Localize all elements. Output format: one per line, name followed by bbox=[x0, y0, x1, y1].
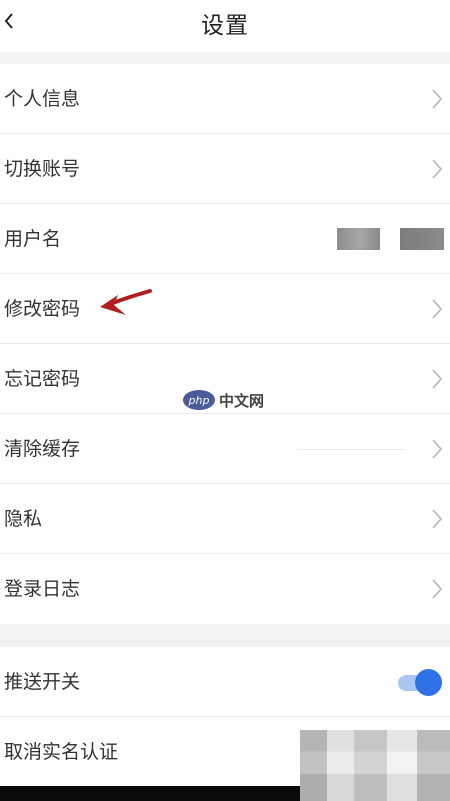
settings-item-login-log[interactable]: 登录日志 bbox=[0, 554, 450, 624]
settings-item-personal-info[interactable]: 个人信息 bbox=[0, 64, 450, 134]
page-title: 设置 bbox=[201, 13, 249, 39]
settings-item-label: 登录日志 bbox=[4, 578, 81, 600]
pixelated-overlay bbox=[300, 730, 450, 801]
chevron-right-icon bbox=[432, 369, 443, 389]
settings-item-label: 切换账号 bbox=[4, 158, 81, 180]
settings-item-label: 取消实名认证 bbox=[4, 741, 119, 763]
nav-bar: 设置 bbox=[0, 0, 450, 52]
chevron-right-icon bbox=[432, 579, 443, 599]
settings-item-switch-account[interactable]: 切换账号 bbox=[0, 134, 450, 204]
settings-item-clear-cache[interactable]: 清除缓存 bbox=[0, 414, 450, 484]
site-watermark: php 中文网 bbox=[183, 386, 264, 414]
chevron-right-icon bbox=[432, 159, 443, 179]
settings-item-push-switch[interactable]: 推送开关 bbox=[0, 647, 450, 717]
chevron-right-icon bbox=[432, 299, 443, 319]
settings-item-privacy[interactable]: 隐私 bbox=[0, 484, 450, 554]
watermark-text: 中文网 bbox=[219, 391, 265, 410]
push-toggle[interactable] bbox=[398, 669, 444, 696]
settings-item-label: 个人信息 bbox=[4, 88, 81, 110]
bottom-bar bbox=[0, 786, 300, 801]
settings-item-label: 修改密码 bbox=[4, 298, 81, 320]
settings-group-account: 个人信息 切换账号 用户名 修改密码 忘记密码 清除缓存 隐私 登录日志 bbox=[0, 64, 450, 624]
settings-item-username[interactable]: 用户名 bbox=[0, 204, 450, 274]
watermark-logo: php bbox=[183, 390, 215, 410]
settings-item-label: 清除缓存 bbox=[4, 438, 81, 460]
redacted-username-part bbox=[400, 228, 444, 250]
cache-size-value bbox=[298, 449, 404, 450]
settings-item-label: 推送开关 bbox=[4, 671, 81, 693]
settings-item-label: 隐私 bbox=[4, 508, 43, 530]
toggle-knob bbox=[415, 669, 442, 696]
settings-item-label: 忘记密码 bbox=[4, 368, 81, 390]
annotation-arrow-icon bbox=[100, 289, 152, 315]
chevron-right-icon bbox=[432, 439, 443, 459]
chevron-right-icon bbox=[432, 509, 443, 529]
settings-item-change-password[interactable]: 修改密码 bbox=[0, 274, 450, 344]
settings-item-label: 用户名 bbox=[4, 228, 62, 250]
chevron-right-icon bbox=[432, 89, 443, 109]
redacted-username-part bbox=[337, 228, 380, 250]
